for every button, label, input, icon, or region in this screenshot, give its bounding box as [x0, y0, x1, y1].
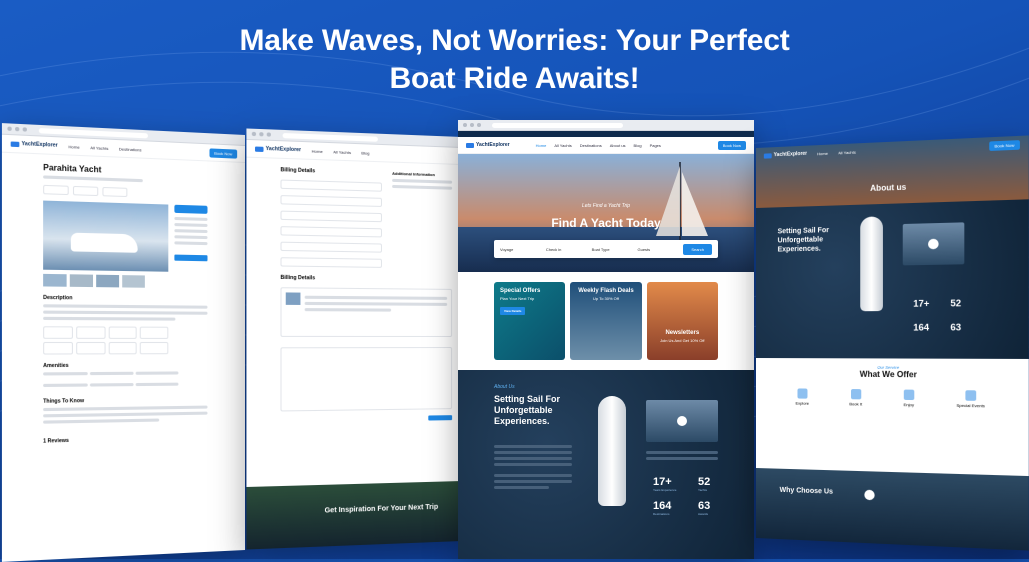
why-choose-section: Why Choose Us [756, 468, 1029, 551]
checkout-screenshot: YachtExplorer Home All Yachts Blog Billi… [246, 128, 462, 549]
service-special-events: Special Events [956, 390, 985, 408]
offer-special-button: View Details [500, 307, 525, 315]
headline-line-2: Boat Ride Awaits! [0, 60, 1029, 98]
offer-newsletter: Newsletters Join Us And Get 10% Off [647, 282, 718, 360]
site-logo: YachtExplorer [764, 151, 807, 159]
nav-all-yachts: All Yachts [838, 149, 856, 155]
hero-title: Find A Yacht Today [458, 216, 754, 230]
stat-destinations: 164 Destinations [653, 500, 671, 516]
search-button: Search [683, 244, 712, 255]
browser-bar [458, 120, 754, 131]
stat-yachts: 52 [950, 298, 961, 309]
stat-destinations: 164 [913, 322, 929, 332]
about-dark-section: Setting Sail For Unforgettable Experienc… [756, 199, 1029, 359]
nav-pages: Pages [650, 143, 661, 148]
stat-awards: 63 Awards [698, 500, 710, 516]
nav-blog: Blog [361, 150, 369, 155]
homepage-screenshot: YachtExplorer Home All Yachts Destinatio… [458, 120, 754, 559]
site-logo: YachtExplorer [255, 145, 301, 153]
video-thumbnail [903, 222, 965, 265]
about-page-screenshot: YachtExplorer Home All Yachts Book Now A… [756, 135, 1029, 550]
stat-awards: 63 [950, 322, 961, 333]
nav-destinations: Destinations [580, 143, 602, 148]
service-book-it: Book It [849, 389, 862, 407]
about-title-right: Setting Sail For Unforgettable Experienc… [778, 225, 850, 254]
about-page-title: About us [756, 178, 1029, 197]
site-logo: YachtExplorer [11, 140, 58, 148]
offer-title: What We Offer [756, 369, 1029, 380]
search-boat-type: Boat Type [592, 247, 632, 252]
book-now-button: Book Now [209, 148, 237, 158]
offer-flash: Weekly Flash Deals Up To 30% Off [570, 282, 641, 360]
offer-special-sub: Plan Your Next Trip [500, 296, 559, 301]
reviews-heading: 1 Reviews [43, 435, 207, 445]
nav-all-yachts: All Yachts [333, 149, 351, 155]
search-voyage: Voyage [500, 247, 540, 252]
service-explore: Explore [795, 388, 809, 405]
nav-home: Home [536, 143, 547, 148]
nav-about-us: About us [610, 143, 626, 148]
why-title: Why Choose Us [780, 487, 833, 496]
offer-flash-title: Weekly Flash Deals [578, 288, 634, 294]
search-guests: Guests [637, 247, 677, 252]
inspiration-banner-text: Get Inspiration For Your Next Trip [325, 504, 439, 515]
nav-home: Home [817, 150, 828, 156]
billing-heading: Billing Details [280, 167, 382, 176]
yacht-detail-screenshot: YachtExplorer Home All Yachts Destinatio… [2, 123, 245, 562]
offer-special: Special Offers Plan Your Next Trip View … [494, 282, 565, 360]
video-thumbnail [646, 400, 718, 442]
about-section: About Us Setting Sail For Unforgettable … [458, 370, 754, 559]
offers-row: Special Offers Plan Your Next Trip View … [494, 282, 718, 360]
play-icon[interactable] [928, 239, 939, 250]
site-nav: YachtExplorer Home All Yachts Destinatio… [458, 137, 754, 154]
billing-heading-2: Billing Details [280, 275, 452, 283]
about-title: Setting Sail For Unforgettable Experienc… [494, 394, 574, 427]
about-script: About Us [494, 384, 515, 390]
description-heading: Description [43, 295, 207, 303]
nav-home: Home [312, 148, 323, 154]
offer-newsletter-title: Newsletters [665, 330, 699, 336]
stat-years: 17+ [913, 298, 929, 309]
yacht-top-view [860, 216, 883, 311]
play-icon[interactable] [864, 490, 874, 501]
stat-yachts: 52 Yachts [698, 476, 710, 492]
inspiration-banner: Get Inspiration For Your Next Trip [246, 481, 462, 550]
stat-years: 17+ Years Experience [653, 476, 676, 492]
nav-home: Home [68, 144, 79, 150]
book-now-button: Book Now [989, 140, 1020, 151]
hero-script: Lets Find a Yacht Trip [458, 203, 754, 209]
additional-info-heading: Additional Information [392, 171, 452, 178]
yacht-top-view [598, 396, 626, 506]
offer-flash-sub: Up To 30% Off [576, 296, 635, 301]
nav-blog: Blog [634, 143, 642, 148]
play-icon[interactable] [677, 416, 687, 426]
offer-newsletter-sub: Join Us And Get 10% Off [653, 338, 712, 343]
about-hero: YachtExplorer Home All Yachts Book Now A… [756, 135, 1029, 208]
nav-all-yachts: All Yachts [90, 145, 108, 151]
headline-line-1: Make Waves, Not Worries: Your Perfect [0, 22, 1029, 60]
page-headline: Make Waves, Not Worries: Your Perfect Bo… [0, 22, 1029, 98]
search-bar: Voyage Check in Boat Type Guests Search [494, 240, 718, 258]
things-to-know-heading: Things To Know [43, 396, 207, 404]
search-checkin: Check in [546, 247, 586, 252]
service-enjoy: Enjoy [903, 390, 914, 408]
site-logo: YachtExplorer [466, 142, 510, 148]
yacht-photo [43, 201, 168, 272]
nav-destinations: Destinations [119, 146, 142, 152]
nav-all-yachts: All Yachts [554, 143, 571, 148]
book-now-button: Book Now [718, 141, 746, 150]
offer-special-title: Special Offers [500, 288, 540, 294]
